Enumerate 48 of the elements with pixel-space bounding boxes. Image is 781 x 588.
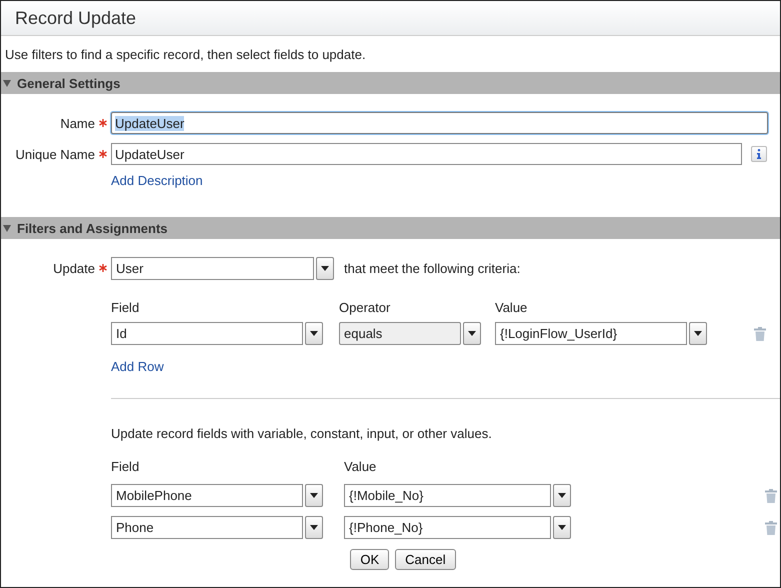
dropdown-button[interactable]	[305, 516, 323, 539]
caret-icon	[310, 525, 318, 530]
dropdown-field[interactable]: Id	[111, 322, 303, 345]
caret-icon	[310, 493, 318, 498]
section-title: General Settings	[17, 76, 120, 90]
caret-icon	[558, 493, 566, 498]
dropdown-button[interactable]	[316, 256, 334, 280]
info-icon	[756, 149, 762, 159]
add-row-link[interactable]: Add Row	[111, 359, 164, 374]
caret-icon	[468, 331, 476, 336]
dropdown-field[interactable]: {!Phone_No}	[344, 516, 551, 539]
dropdown-field[interactable]: {!LoginFlow_UserId}	[495, 322, 687, 345]
ok-button[interactable]: OK	[350, 549, 390, 570]
column-header: Field	[111, 459, 140, 475]
dropdown-field[interactable]: Phone	[111, 516, 303, 539]
criteria-text: that meet the following criteria:	[344, 260, 520, 276]
section-header[interactable]: General Settings	[1, 72, 780, 94]
column-header: Value	[344, 459, 378, 475]
caret-icon	[558, 525, 566, 530]
dropdown-button[interactable]	[689, 322, 707, 345]
window-title: Record Update	[15, 8, 136, 28]
dropdown-button[interactable]	[305, 322, 323, 345]
section-header[interactable]: Filters and Assignments	[1, 217, 780, 239]
dropdown-button[interactable]	[553, 516, 571, 539]
section-title: Filters and Assignments	[17, 220, 168, 236]
text-field[interactable]: UpdateUser	[111, 143, 742, 165]
dropdown-button[interactable]	[463, 322, 481, 345]
dropdown-field[interactable]: equals	[339, 322, 461, 345]
dropdown-button[interactable]	[553, 484, 571, 507]
instruction-text: Update record fields with variable, constant, input, or other values.	[111, 426, 493, 441]
column-header: Operator	[339, 300, 392, 316]
add-description-link[interactable]: Add Description	[111, 173, 203, 188]
dropdown-field[interactable]: User	[111, 256, 314, 280]
intro-text: Use filters to find a specific record, then select fields to update.	[4, 46, 367, 64]
column-header: Value	[495, 300, 528, 316]
dropdown-field[interactable]: {!Mobile_No}	[344, 484, 551, 507]
dropdown-field[interactable]: MobilePhone	[111, 484, 303, 507]
field-label: Update	[52, 260, 95, 276]
dropdown-button[interactable]	[305, 484, 323, 507]
cancel-button[interactable]: Cancel	[395, 549, 456, 570]
text-field[interactable]: UpdateUser	[111, 112, 768, 134]
caret-icon	[694, 331, 702, 336]
caret-icon	[321, 266, 329, 270]
field-label: Name	[59, 116, 95, 130]
caret-icon	[310, 331, 318, 336]
column-header: Field	[111, 300, 140, 316]
field-label: Unique Name	[14, 146, 95, 162]
info-button[interactable]	[751, 146, 767, 162]
